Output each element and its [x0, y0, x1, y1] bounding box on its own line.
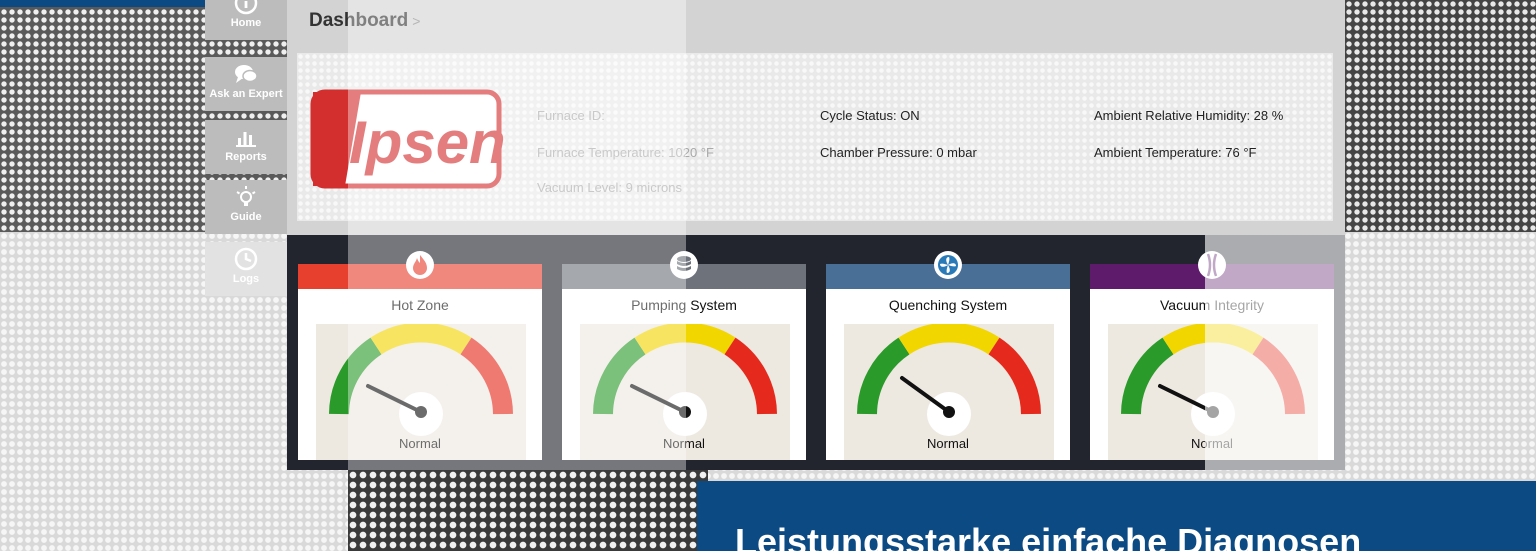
info-icon	[234, 0, 258, 15]
bar-chart-icon	[236, 132, 256, 147]
sidebar-item-label: Guide	[230, 211, 262, 223]
gauge-header	[826, 251, 1070, 289]
sidebar-item-label: Reports	[225, 151, 267, 163]
sidebar-item-ask-an-expert[interactable]: Ask an Expert	[205, 57, 287, 111]
gauge-title: Quenching System	[888, 297, 1008, 313]
cycle-status: Cycle Status: ON	[820, 108, 920, 123]
highlight-overlay-left	[348, 0, 686, 470]
clock-icon	[234, 247, 258, 271]
gauge-status: Normal	[927, 436, 969, 451]
chat-bubbles-icon	[235, 65, 258, 83]
gauge-card-quenching-system[interactable]: Quenching System Normal	[826, 251, 1070, 460]
sidebar-item-label: Ask an Expert	[209, 88, 283, 100]
lightbulb-icon	[236, 186, 256, 206]
dotted-background-coarse	[348, 470, 708, 551]
ambient-temperature: Ambient Temperature: 76 °F	[1094, 145, 1257, 160]
fan-icon	[934, 251, 962, 279]
sidebar: Home Ask an Expert Reports Guide Logs	[205, 0, 287, 300]
highlight-overlay-right	[1205, 235, 1345, 470]
sidebar-item-guide[interactable]: Guide	[205, 180, 287, 234]
sidebar-item-reports[interactable]: Reports	[205, 120, 287, 174]
sidebar-item-label: Logs	[232, 273, 260, 285]
sidebar-item-logs[interactable]: Logs	[205, 242, 287, 296]
dotted-background-right	[1345, 0, 1536, 232]
ambient-humidity: Ambient Relative Humidity: 28 %	[1094, 108, 1284, 123]
chamber-pressure: Chamber Pressure: 0 mbar	[820, 145, 977, 160]
banner-text: Leistungsstarke einfache Diagnosen	[735, 521, 1362, 551]
promo-banner: Leistungsstarke einfache Diagnosen	[697, 481, 1536, 551]
sidebar-item-home[interactable]: Home	[205, 0, 287, 40]
sidebar-item-label: Home	[230, 17, 262, 29]
